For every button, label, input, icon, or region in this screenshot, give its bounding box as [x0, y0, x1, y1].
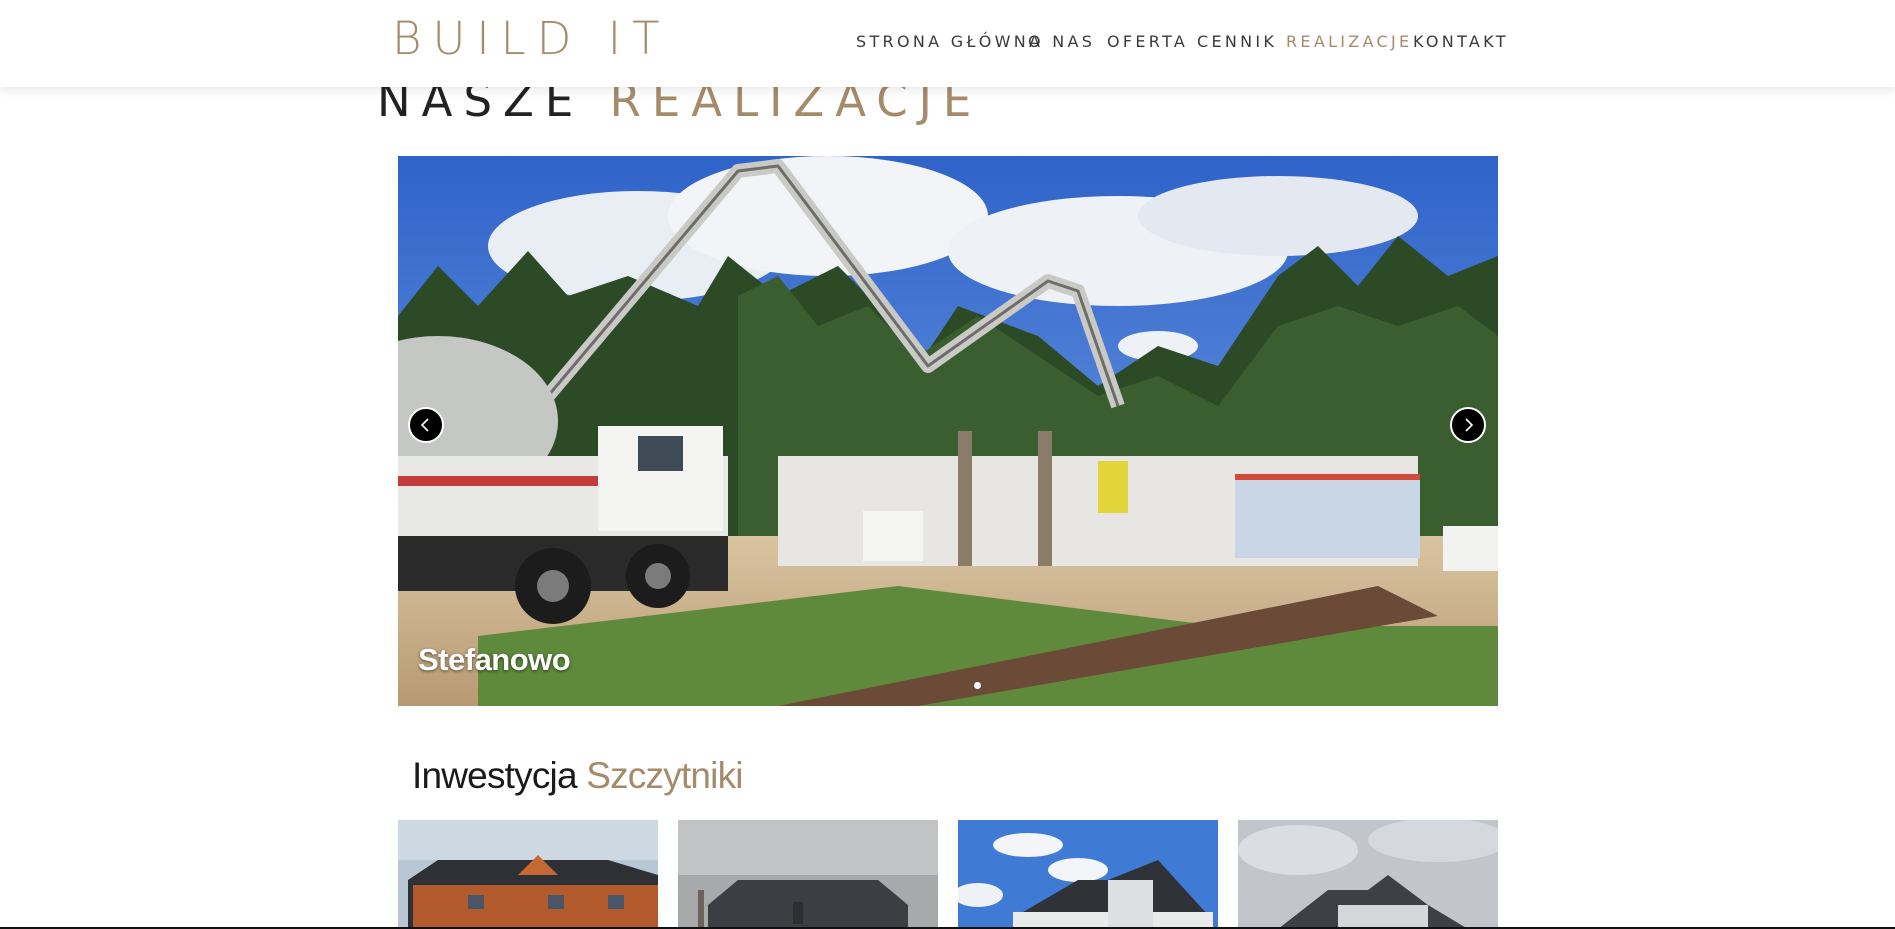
investment-title: Inwestycja Szczytniki [412, 755, 744, 796]
investment-title-part1: Inwestycja [412, 755, 578, 796]
site-header: BUILD IT STRONA GŁÓWNA O NAS OFERTA CENN… [0, 0, 1895, 87]
thumbnail-image [1238, 820, 1498, 929]
nav-cennik[interactable]: CENNIK [1197, 34, 1277, 50]
nav-oferta[interactable]: OFERTA [1107, 34, 1188, 50]
thumbnail-image [678, 820, 938, 929]
thumbnail-image [398, 820, 658, 929]
investment-thumbnail[interactable] [678, 820, 938, 929]
nav-realizacje[interactable]: REALIZACJE [1286, 34, 1412, 50]
slide-caption: Stefanowo [418, 642, 571, 677]
slide-image [398, 156, 1498, 706]
chevron-right-icon [1465, 418, 1474, 432]
investment-thumbnail[interactable] [1238, 820, 1498, 929]
main-nav: STRONA GŁÓWNA O NAS OFERTA CENNIK REALIZ… [0, 0, 1895, 87]
image-slider[interactable]: Stefanowo [398, 156, 1498, 706]
nav-o-nas[interactable]: O NAS [1028, 34, 1095, 50]
slider-prev-button[interactable] [408, 407, 444, 443]
investment-title-part2: Szczytniki [586, 755, 743, 796]
chevron-left-icon [420, 418, 429, 432]
nav-kontakt[interactable]: KONTAKT [1413, 34, 1509, 50]
slider-dot[interactable] [974, 682, 981, 689]
investment-thumbnail[interactable] [398, 820, 658, 929]
nav-strona-glowna[interactable]: STRONA GŁÓWNA [856, 34, 1043, 50]
investment-thumbnail[interactable] [958, 820, 1218, 929]
slider-next-button[interactable] [1450, 407, 1486, 443]
thumbnail-image [958, 820, 1218, 929]
